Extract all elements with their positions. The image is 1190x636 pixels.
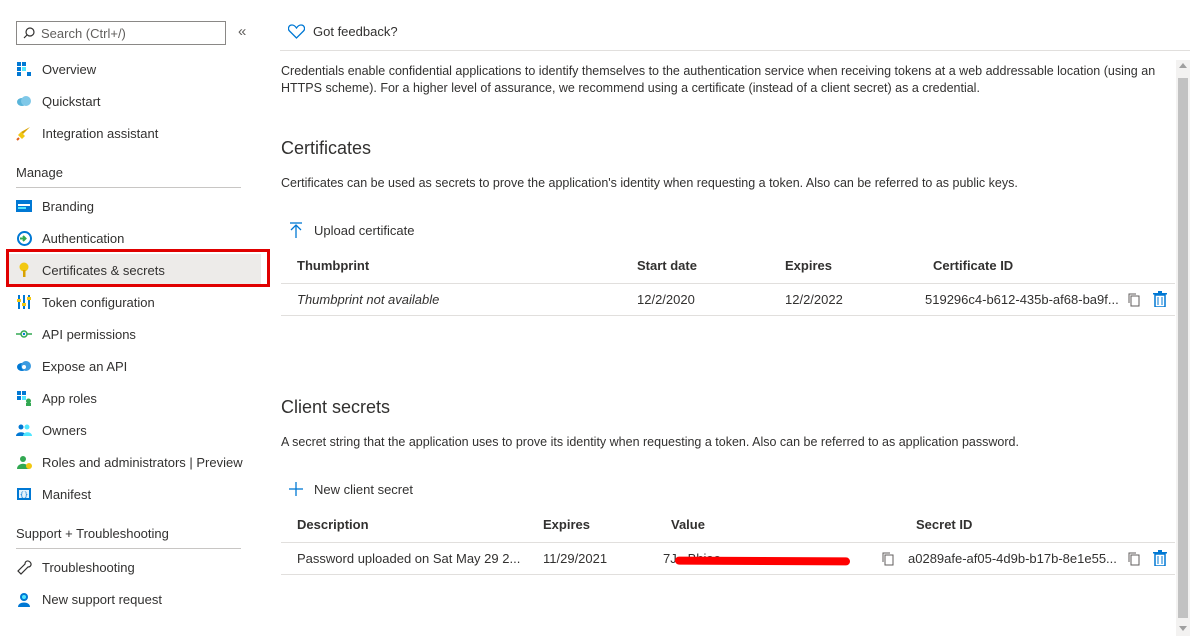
grid-icon [16,61,32,77]
search-input[interactable]: Search (Ctrl+/) [16,21,226,45]
sidebar-item-integration-assistant[interactable]: Integration assistant [8,117,261,149]
upload-certificate-label: Upload certificate [314,222,415,238]
sidebar-item-label: Integration assistant [42,125,159,141]
plus-icon [289,482,303,496]
sidebar-item-label: Owners [42,422,87,438]
cloud-api-icon [16,358,32,374]
col-thumbprint[interactable]: Thumbprint [297,258,369,273]
col-expires[interactable]: Expires [785,258,832,273]
redaction-mark [674,556,851,566]
auth-icon [16,230,32,246]
col-value[interactable]: Value [671,517,705,532]
collapse-sidebar-button[interactable]: « [238,23,246,40]
certificates-description: Certificates can be used as secrets to p… [281,176,1018,190]
sidebar-item-certificates-secrets[interactable]: Certificates & secrets [8,254,261,286]
copy-icon[interactable] [1127,292,1141,308]
feedback-label: Got feedback? [313,24,398,39]
sidebar-item-label: API permissions [42,326,136,342]
manifest-icon: {} [16,486,32,502]
heart-icon [288,24,305,39]
branding-icon [16,198,32,214]
sidebar-item-label: Token configuration [42,294,155,310]
certificates-title: Certificates [281,138,372,158]
secret-row-divider [281,574,1175,575]
intro-text: Credentials enable confidential applicat… [281,64,1156,95]
sidebar-item-quickstart[interactable]: Quickstart [8,85,261,117]
app-roles-icon [16,390,32,406]
key-icon [16,262,32,278]
client-secrets-description: A secret string that the application use… [281,435,1019,449]
sidebar-item-branding[interactable]: Branding [8,190,261,222]
sidebar-item-owners[interactable]: Owners [8,414,261,446]
cert-id: 519296c4-b612-435b-af68-ba9f... [925,292,1119,307]
new-client-secret-label: New client secret [314,481,413,497]
sidebar: Search (Ctrl+/) « Overview Quickstart In… [0,0,262,636]
sidebar-item-label: New support request [42,591,162,607]
bars-icon [16,294,32,310]
sidebar-item-overview[interactable]: Overview [8,53,261,85]
col-certificate-id[interactable]: Certificate ID [933,258,1013,273]
manage-divider [16,187,241,188]
sidebar-item-token-configuration[interactable]: Token configuration [8,286,261,318]
cert-start-date: 12/2/2020 [637,292,695,307]
rocket-icon [16,125,32,141]
sidebar-item-label: Expose an API [42,358,128,374]
api-icon [16,326,32,342]
upload-icon [290,222,302,238]
sidebar-item-label: Roles and administrators | Preview [42,454,243,470]
sidebar-item-label: Branding [42,198,95,214]
col-secret-id[interactable]: Secret ID [916,517,972,532]
sidebar-item-new-support-request[interactable]: New support request [8,583,261,615]
cloud-icon [16,93,32,109]
cert-expires: 12/2/2022 [785,292,843,307]
svg-text:{}: {} [20,491,28,499]
support-icon [16,591,32,607]
secret-id: a0289afe-af05-4d9b-b17b-8e1e55... [908,551,1117,566]
copy-value-icon[interactable] [881,551,895,567]
sidebar-item-label: Troubleshooting [42,559,135,575]
col-secret-expires[interactable]: Expires [543,517,590,532]
sidebar-item-app-roles[interactable]: App roles [8,382,261,414]
sidebar-item-manifest[interactable]: {} Manifest [8,478,261,510]
secret-header-divider [281,542,1175,543]
copy-secret-id-icon[interactable] [1127,551,1141,567]
sidebar-item-label: Overview [42,61,97,77]
support-heading: Support + Troubleshooting [16,526,169,541]
secret-description: Password uploaded on Sat May 29 2... [297,551,521,566]
search-placeholder: Search (Ctrl+/) [41,25,126,41]
sidebar-item-label: Manifest [42,486,92,502]
sidebar-item-api-permissions[interactable]: API permissions [8,318,261,350]
search-icon [23,27,35,39]
client-secrets-title: Client secrets [281,397,391,417]
cert-row-divider [281,315,1175,316]
roles-icon [16,454,32,470]
col-description[interactable]: Description [297,517,369,532]
delete-secret-icon[interactable] [1153,550,1167,566]
support-divider [16,548,241,549]
sidebar-item-label: App roles [42,390,97,406]
upload-certificate-button[interactable]: Upload certificate [288,222,414,238]
sidebar-item-roles-administrators[interactable]: Roles and administrators | Preview [8,446,261,478]
sidebar-item-troubleshooting[interactable]: Troubleshooting [8,551,261,583]
manage-heading: Manage [16,165,63,180]
cert-thumbprint: Thumbprint not available [297,292,440,307]
sidebar-item-label: Authentication [42,230,125,246]
new-client-secret-button[interactable]: New client secret [288,481,413,497]
sidebar-item-authentication[interactable]: Authentication [8,222,261,254]
owners-icon [16,422,32,438]
cert-header-divider [281,283,1175,284]
sidebar-item-label: Quickstart [42,93,101,109]
delete-icon[interactable] [1153,291,1167,307]
scroll-down-arrow-icon[interactable] [1179,626,1187,631]
feedback-button[interactable]: Got feedback? [288,24,398,39]
sidebar-item-label: Certificates & secrets [42,262,165,278]
scrollbar-thumb[interactable] [1178,78,1188,618]
wrench-icon [16,559,32,575]
header-divider [280,50,1190,51]
scroll-up-arrow-icon[interactable] [1179,63,1187,68]
sidebar-item-expose-an-api[interactable]: Expose an API [8,350,261,382]
secret-expires: 11/29/2021 [543,551,608,566]
col-start-date[interactable]: Start date [637,258,697,273]
